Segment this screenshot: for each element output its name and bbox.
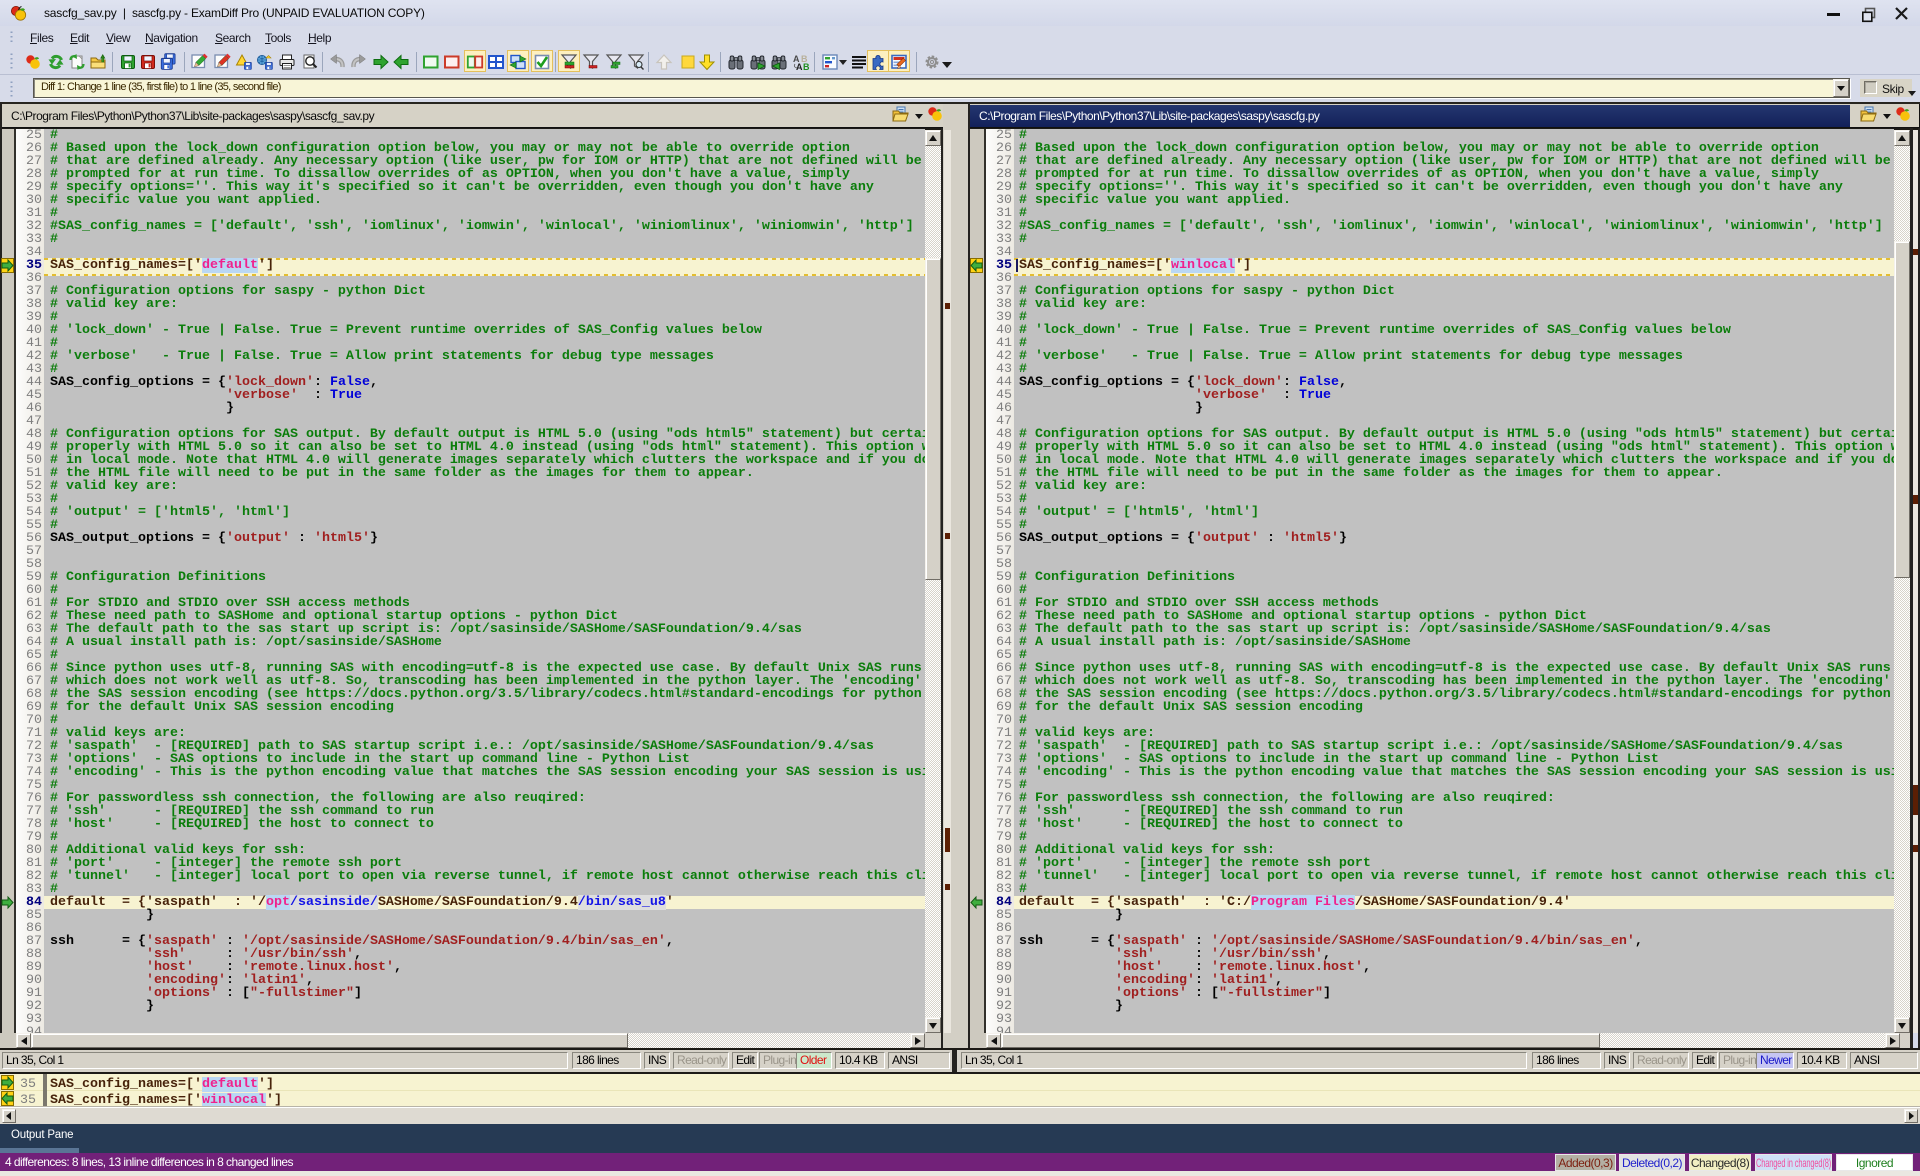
svg-text:A: A xyxy=(796,62,803,72)
svg-text:B: B xyxy=(803,62,810,72)
